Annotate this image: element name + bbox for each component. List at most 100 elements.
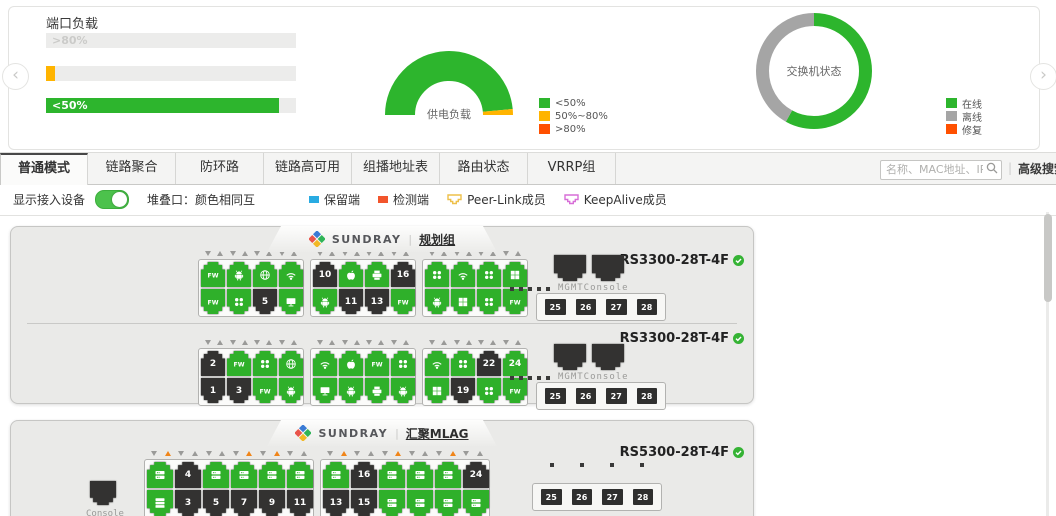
port-dots-device[interactable] xyxy=(477,378,501,403)
search-input[interactable] xyxy=(880,160,1002,180)
uplink-port-26[interactable]: 26 xyxy=(572,489,593,505)
port-2[interactable]: 2 xyxy=(201,351,225,376)
port-16[interactable]: 16 xyxy=(391,262,415,287)
port-7[interactable]: 7 xyxy=(231,490,257,516)
port-dots-device[interactable] xyxy=(391,351,415,376)
port-switch2-device[interactable] xyxy=(407,462,433,488)
port-13[interactable]: 13 xyxy=(323,490,349,516)
port-fw-device[interactable]: FW xyxy=(503,289,527,314)
port-tv-device[interactable] xyxy=(279,289,303,314)
port-android-device[interactable] xyxy=(339,378,363,403)
uplink-port-27[interactable]: 27 xyxy=(602,489,623,505)
tab-链路高可用[interactable]: 链路高可用 xyxy=(264,153,352,184)
port-fw-device[interactable]: FW xyxy=(227,351,251,376)
port-switch2-device[interactable] xyxy=(379,462,405,488)
port-24[interactable]: 24 xyxy=(463,462,489,488)
port-wifi-device[interactable] xyxy=(313,351,337,376)
port-dots-device[interactable] xyxy=(227,289,251,314)
tab-防环路[interactable]: 防环路 xyxy=(176,153,264,184)
port-1[interactable]: 1 xyxy=(201,378,225,403)
port-24[interactable]: 24 xyxy=(503,351,527,376)
port-3[interactable]: 3 xyxy=(175,490,201,516)
show-devices-toggle[interactable] xyxy=(95,190,129,209)
port-5[interactable]: 5 xyxy=(253,289,277,314)
uplink-port-25[interactable]: 25 xyxy=(541,489,562,505)
port-tv-device[interactable] xyxy=(313,378,337,403)
advanced-search-link[interactable]: 高级搜索 xyxy=(1018,160,1056,177)
port-android-device[interactable] xyxy=(313,289,337,314)
port-10[interactable]: 10 xyxy=(313,262,337,287)
uplink-port-28[interactable]: 28 xyxy=(637,299,658,315)
port-android-device[interactable] xyxy=(279,378,303,403)
port-fw-device[interactable]: FW xyxy=(201,262,225,287)
port-11[interactable]: 11 xyxy=(287,490,313,516)
uplink-port-26[interactable]: 26 xyxy=(576,299,597,315)
group-name-link[interactable]: 汇聚MLAG xyxy=(406,425,469,442)
port-dots-device[interactable] xyxy=(253,351,277,376)
port-19[interactable]: 19 xyxy=(451,378,475,403)
port-dots-device[interactable] xyxy=(451,351,475,376)
port-15[interactable]: 15 xyxy=(351,490,377,516)
port-fw-device[interactable]: FW xyxy=(253,378,277,403)
port-switch2-device[interactable] xyxy=(231,462,257,488)
carousel-next-button[interactable]: › xyxy=(1030,63,1056,90)
port-16[interactable]: 16 xyxy=(351,462,377,488)
console-port[interactable] xyxy=(592,344,624,370)
port-android-device[interactable] xyxy=(227,262,251,287)
port-4[interactable]: 4 xyxy=(175,462,201,488)
port-switch2-device[interactable] xyxy=(435,462,461,488)
uplink-port-25[interactable]: 25 xyxy=(545,388,566,404)
console-port[interactable] xyxy=(592,255,624,281)
uplink-port-28[interactable]: 28 xyxy=(637,388,658,404)
port-13[interactable]: 13 xyxy=(365,289,389,314)
port-9[interactable]: 9 xyxy=(259,490,285,516)
port-3[interactable]: 3 xyxy=(227,378,251,403)
port-dots-device[interactable] xyxy=(477,262,501,287)
port-switch2-device[interactable] xyxy=(259,462,285,488)
console-port[interactable] xyxy=(90,481,116,505)
scrollbar-thumb[interactable] xyxy=(1044,214,1052,302)
port-dots-device[interactable] xyxy=(477,289,501,314)
port-wifi-device[interactable] xyxy=(425,351,449,376)
port-printer-device[interactable] xyxy=(365,378,389,403)
tab-组播地址表[interactable]: 组播地址表 xyxy=(352,153,440,184)
port-windows-device[interactable] xyxy=(503,262,527,287)
tab-链路聚合[interactable]: 链路聚合 xyxy=(88,153,176,184)
uplink-port-27[interactable]: 27 xyxy=(606,299,627,315)
carousel-prev-button[interactable]: ‹ xyxy=(2,63,29,90)
tab-普通模式[interactable]: 普通模式 xyxy=(0,153,88,185)
tab-VRRP组[interactable]: VRRP组 xyxy=(528,153,616,184)
group-name-link[interactable]: 规划组 xyxy=(419,231,455,248)
port-22[interactable]: 22 xyxy=(477,351,501,376)
port-android-device[interactable] xyxy=(391,378,415,403)
search-icon[interactable] xyxy=(985,161,999,175)
port-switch2-device[interactable] xyxy=(379,490,405,516)
port-wifi-device[interactable] xyxy=(279,262,303,287)
port-switch3-device[interactable] xyxy=(147,490,173,516)
port-android-device[interactable] xyxy=(425,289,449,314)
uplink-port-26[interactable]: 26 xyxy=(576,388,597,404)
port-wifi-device[interactable] xyxy=(451,262,475,287)
port-11[interactable]: 11 xyxy=(339,289,363,314)
port-switch2-device[interactable] xyxy=(435,490,461,516)
port-fw-device[interactable]: FW xyxy=(201,289,225,314)
tab-路由状态[interactable]: 路由状态 xyxy=(440,153,528,184)
port-printer-device[interactable] xyxy=(365,262,389,287)
port-switch2-device[interactable] xyxy=(203,462,229,488)
port-globe-device[interactable] xyxy=(279,351,303,376)
uplink-port-27[interactable]: 27 xyxy=(606,388,627,404)
port-fw-device[interactable]: FW xyxy=(503,378,527,403)
uplink-port-28[interactable]: 28 xyxy=(633,489,654,505)
port-fw-device[interactable]: FW xyxy=(391,289,415,314)
port-fw-device[interactable]: FW xyxy=(365,351,389,376)
mgmt-port[interactable] xyxy=(554,255,586,281)
port-switch2-device[interactable] xyxy=(323,462,349,488)
port-switch2-device[interactable] xyxy=(407,490,433,516)
port-dots-device[interactable] xyxy=(425,262,449,287)
port-5[interactable]: 5 xyxy=(203,490,229,516)
port-apple-device[interactable] xyxy=(339,351,363,376)
port-apple-device[interactable] xyxy=(339,262,363,287)
port-globe-device[interactable] xyxy=(253,262,277,287)
port-switch2-device[interactable] xyxy=(147,462,173,488)
port-windows-device[interactable] xyxy=(451,289,475,314)
